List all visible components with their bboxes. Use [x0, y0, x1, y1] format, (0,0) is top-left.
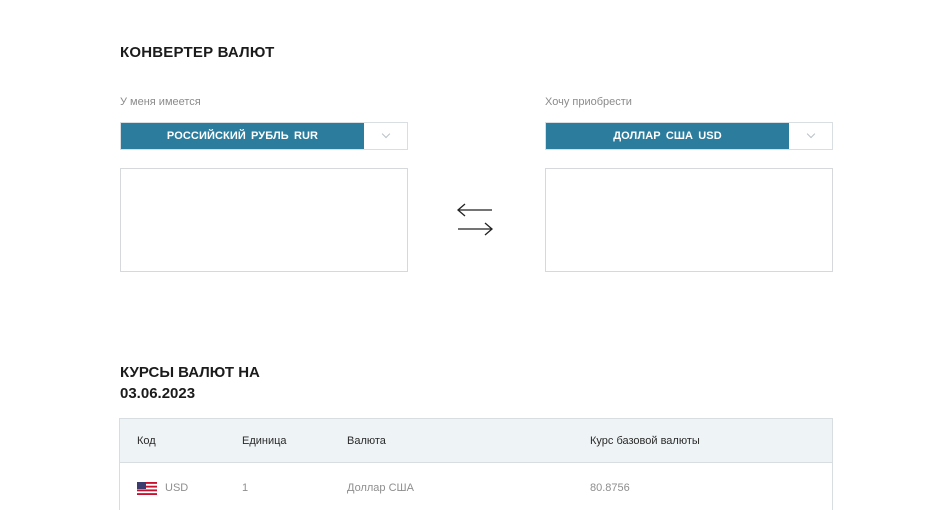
- row-code: USD: [165, 482, 189, 494]
- row-currency-name: Доллар США: [347, 482, 414, 494]
- rates-title: КУРСЫ ВАЛЮТ НА 03.06.2023: [120, 362, 260, 404]
- column-header-code: Код: [137, 434, 156, 447]
- column-header-currency: Валюта: [347, 434, 386, 447]
- to-currency-value[interactable]: ДОЛЛАР США USD: [546, 123, 789, 149]
- rates-title-line1: КУРСЫ ВАЛЮТ НА: [120, 364, 260, 381]
- from-currency-select[interactable]: РОССИЙСКИЙ РУБЛЬ RUR: [120, 122, 408, 150]
- column-header-unit: Единица: [242, 434, 287, 447]
- rates-table: Код Единица Валюта Курс базовой валюты U…: [119, 418, 833, 510]
- row-unit: 1: [242, 482, 249, 494]
- from-label: У меня имеется: [120, 96, 201, 108]
- chevron-down-icon: [381, 129, 390, 139]
- to-currency-dropdown-toggle[interactable]: [789, 123, 832, 149]
- converter-title: КОНВЕРТЕР ВАЛЮТ: [120, 44, 275, 61]
- row-code-cell: USD: [120, 481, 242, 495]
- chevron-down-icon: [806, 129, 815, 139]
- row-rate: 80.8756: [590, 482, 630, 494]
- us-flag-icon: [137, 481, 157, 495]
- column-header-rate: Курс базовой валюты: [590, 434, 700, 447]
- from-currency-value[interactable]: РОССИЙСКИЙ РУБЛЬ RUR: [121, 123, 364, 149]
- to-amount-field[interactable]: [545, 168, 833, 272]
- table-header: Код Единица Валюта Курс базовой валюты: [120, 419, 832, 463]
- to-label: Хочу приобрести: [545, 96, 632, 108]
- from-currency-dropdown-toggle[interactable]: [364, 123, 407, 149]
- to-currency-select[interactable]: ДОЛЛАР США USD: [545, 122, 833, 150]
- table-row: USD 1 Доллар США 80.8756: [120, 463, 832, 510]
- from-amount-field[interactable]: [120, 168, 408, 272]
- swap-arrows-icon[interactable]: [455, 199, 495, 239]
- rates-date: 03.06.2023: [120, 385, 196, 402]
